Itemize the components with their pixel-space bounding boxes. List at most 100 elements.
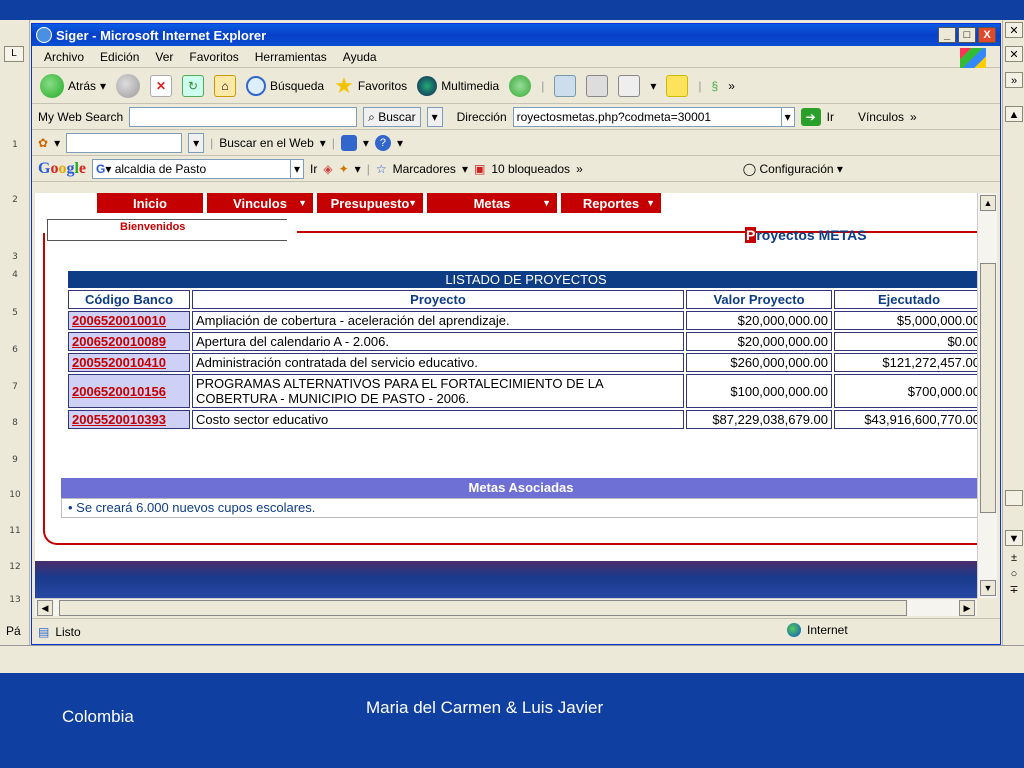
folder-icon[interactable]	[666, 74, 689, 97]
metas-title: Metas Asociadas	[61, 478, 977, 498]
project-name: Apertura del calendario A - 2.006.	[192, 332, 684, 351]
word-page-status: Pá	[6, 624, 21, 638]
my-web-search-label: My Web Search	[38, 109, 124, 124]
table-row: 2005520010410 Administración contratada …	[68, 353, 977, 372]
web-search-input[interactable]	[66, 132, 183, 153]
autofill-icon[interactable]: ✦	[339, 162, 349, 176]
messenger-icon[interactable]: §	[712, 79, 719, 93]
project-code-link[interactable]: 2005520010393	[68, 410, 190, 429]
col-valor: Valor Proyecto	[686, 290, 832, 309]
browse-object-icon[interactable]: ○	[1005, 566, 1023, 582]
view-button[interactable]: L	[4, 46, 24, 62]
project-executed: $0.00	[834, 332, 977, 351]
projects-table: LISTADO DE PROYECTOS Código Banco Proyec…	[66, 269, 977, 431]
favorites-button[interactable]: ★ Favoritos	[334, 73, 407, 99]
project-name: Ampliación de cobertura - aceleración de…	[192, 311, 684, 330]
address-input[interactable]: royectosmetas.php?codmeta=30001 ▾	[512, 106, 795, 127]
go-button[interactable]: Ir	[827, 110, 834, 124]
menu-ayuda[interactable]: Ayuda	[343, 50, 377, 64]
project-executed: $43,916,600,770.00	[834, 410, 977, 429]
edit-icon[interactable]	[618, 74, 641, 97]
menu-ver[interactable]: Ver	[155, 50, 173, 64]
checkbox-icon[interactable]	[340, 134, 357, 151]
web-search-button[interactable]: Buscar en el Web	[219, 136, 314, 150]
nav-reportes[interactable]: Reportes ▼	[561, 193, 661, 213]
word-scroll-up-icon[interactable]: ▲	[1005, 106, 1023, 122]
google-search-input[interactable]: G▾ alcaldia de Pasto ▾	[92, 158, 305, 179]
menu-edicion[interactable]: Edición	[100, 50, 139, 64]
my-web-search-input[interactable]	[129, 106, 358, 127]
page-horizontal-scrollbar[interactable]: ◀ ▶	[35, 598, 977, 616]
print-icon[interactable]	[586, 74, 609, 97]
menu-herramientas[interactable]: Herramientas	[255, 50, 327, 64]
web-search-toolbar: ✿ ▾ ▾ | Buscar en el Web ▾ | ▾ ? ▾	[32, 130, 1000, 156]
project-value: $20,000,000.00	[686, 332, 832, 351]
word-scroll-thumb[interactable]	[1005, 490, 1023, 506]
menu-archivo[interactable]: Archivo	[44, 50, 84, 64]
scroll-thumb[interactable]	[980, 263, 996, 513]
project-name: PROGRAMAS ALTERNATIVOS PARA EL FORTALECI…	[192, 374, 684, 408]
menu-favoritos[interactable]: Favoritos	[189, 50, 238, 64]
forward-arrow-icon[interactable]	[116, 73, 141, 98]
title-bar: Siger - Microsoft Internet Explorer	[32, 24, 1000, 46]
standard-toolbar: Atrás ▾ ✕ ↻ ⌂ Búsqueda ★ Favoritos Multi…	[32, 68, 1000, 104]
word-close-pane-icon[interactable]: ✕	[1005, 46, 1023, 62]
popup-blocked-count[interactable]: 10 bloqueados	[491, 162, 570, 176]
table-header-row: Código Banco Proyecto Valor Proyecto Eje…	[68, 290, 977, 309]
links-label[interactable]: Vínculos	[858, 110, 904, 124]
project-executed: $700,000.00	[834, 374, 977, 408]
google-go-button[interactable]: Ir	[310, 162, 317, 176]
minimize-button[interactable]: _	[938, 27, 956, 43]
links-more-icon[interactable]: »	[910, 110, 917, 124]
multimedia-button[interactable]: Multimedia	[417, 75, 499, 96]
page-vertical-scrollbar[interactable]: ▲ ▼	[977, 193, 997, 598]
settings-button[interactable]: ◯ Configuración ▾	[743, 162, 843, 176]
project-code-link[interactable]: 2006520010089	[68, 332, 190, 351]
history-icon[interactable]	[509, 74, 532, 97]
address-label: Dirección	[456, 109, 507, 124]
refresh-icon[interactable]: ↻	[182, 74, 205, 97]
nav-vinculos[interactable]: Vinculos ▼	[207, 193, 313, 213]
project-code-link[interactable]: 2005520010410	[68, 353, 190, 372]
back-button[interactable]: Atrás ▾	[40, 73, 106, 98]
word-scroll-down-icon[interactable]: ▼	[1005, 530, 1023, 546]
word-status-strip	[0, 645, 1024, 673]
project-code-link[interactable]: 2006520010010	[68, 311, 190, 330]
nav-presupuesto[interactable]: Presupuesto ▼	[317, 193, 423, 213]
nav-inicio[interactable]: Inicio	[97, 193, 203, 213]
help-icon[interactable]: ?	[374, 134, 391, 151]
word-more-icon[interactable]: »	[1005, 72, 1023, 88]
popup-blocker-icon: ▣	[473, 161, 486, 176]
toolbar-logo-icon[interactable]: ✿	[38, 136, 48, 150]
web-search-dropdown-icon[interactable]: ▾	[188, 132, 205, 153]
prev-page-icon[interactable]: ±	[1005, 550, 1023, 566]
scroll-up-icon[interactable]: ▲	[980, 195, 996, 211]
scroll-right-icon[interactable]: ▶	[959, 600, 975, 616]
my-web-search-button[interactable]: ⌕ Buscar	[363, 106, 421, 127]
hscroll-thumb[interactable]	[59, 600, 907, 616]
nav-metas[interactable]: Metas ▼	[427, 193, 557, 213]
scroll-left-icon[interactable]: ◀	[37, 600, 53, 616]
word-close-icon[interactable]: ✕	[1005, 22, 1023, 38]
scroll-down-icon[interactable]: ▼	[980, 580, 996, 596]
project-value: $87,229,038,679.00	[686, 410, 832, 429]
search-button[interactable]: Búsqueda	[246, 75, 324, 96]
stop-icon[interactable]: ✕	[150, 74, 173, 97]
close-button[interactable]: X	[978, 27, 996, 43]
go-arrow-icon[interactable]: ➔	[800, 107, 821, 126]
page-content: Inicio Vinculos ▼ Presupuesto ▼ Metas ▼ Rep…	[35, 193, 977, 598]
page-title: Proyectos METAS	[745, 227, 867, 243]
project-code-link[interactable]: 2006520010156	[68, 374, 190, 408]
ie-icon	[36, 27, 52, 43]
google-more-icon[interactable]: »	[576, 162, 583, 176]
home-icon[interactable]: ⌂	[214, 74, 237, 97]
pagerank-icon[interactable]: ◈	[323, 162, 332, 176]
toolbar-more-icon[interactable]: »	[728, 79, 735, 93]
mail-icon[interactable]	[554, 74, 577, 97]
search-dropdown-icon[interactable]: ▾	[426, 106, 443, 127]
next-page-icon[interactable]: ∓	[1005, 582, 1023, 598]
bookmarks-button[interactable]: Marcadores	[393, 162, 456, 176]
table-row: 2006520010156 PROGRAMAS ALTERNATIVOS PAR…	[68, 374, 977, 408]
site-nav: Inicio Vinculos ▼ Presupuesto ▼ Metas ▼ Rep…	[97, 193, 661, 213]
maximize-button[interactable]: □	[958, 27, 976, 43]
